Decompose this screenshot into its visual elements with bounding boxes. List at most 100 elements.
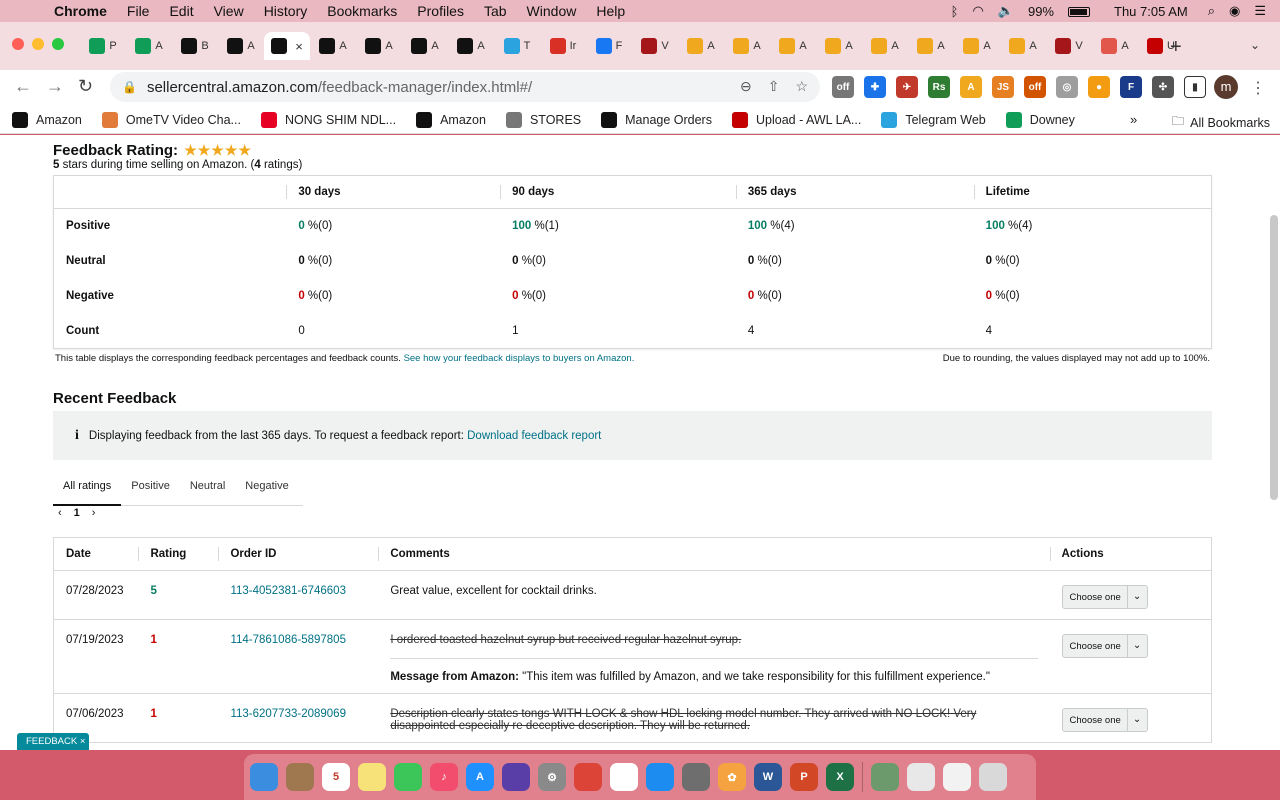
document-icon[interactable] xyxy=(943,763,971,791)
tab[interactable]: T xyxy=(494,32,540,60)
preview-icon[interactable] xyxy=(871,763,899,791)
order-id-link[interactable]: 113-4052381-6746603 xyxy=(230,585,346,597)
extension-icon[interactable]: ✚ xyxy=(864,76,886,98)
profile-avatar[interactable]: m xyxy=(1214,75,1238,99)
share-icon[interactable]: ⇧ xyxy=(768,78,780,95)
calendar-icon[interactable]: 5 xyxy=(322,763,350,791)
clock[interactable]: Thu 7:05 AM xyxy=(1114,4,1188,19)
menu-help[interactable]: Help xyxy=(596,3,625,19)
tab[interactable]: A xyxy=(448,32,494,60)
choose-action-dropdown[interactable]: Choose one ⌄ xyxy=(1061,585,1148,609)
menu-tab[interactable]: Tab xyxy=(484,3,507,19)
forward-arrow-icon[interactable]: → xyxy=(46,76,64,97)
bookmark-item[interactable]: NONG SHIM NDL... xyxy=(260,111,396,128)
filter-tab-negative[interactable]: Negative xyxy=(235,473,298,505)
all-bookmarks[interactable]: 🗀 All Bookmarks xyxy=(1172,112,1270,133)
tab[interactable]: A xyxy=(908,32,954,60)
page-number[interactable]: 1 xyxy=(74,507,80,519)
choose-action-dropdown[interactable]: Choose one ⌄ xyxy=(1061,708,1148,732)
tab[interactable]: A xyxy=(724,32,770,60)
bookmark-item[interactable]: OmeTV Video Cha... xyxy=(101,111,241,128)
new-tab-button[interactable]: + xyxy=(1170,36,1182,59)
bluetooth-icon[interactable]: ᛒ xyxy=(951,4,959,19)
control-center-icon[interactable]: ☰ xyxy=(1254,3,1266,19)
tab[interactable]: A xyxy=(310,32,356,60)
appstore-icon[interactable]: A xyxy=(466,763,494,791)
word-icon[interactable]: W xyxy=(754,763,782,791)
menu-file[interactable]: File xyxy=(127,3,150,19)
extension-icon[interactable]: ● xyxy=(1088,76,1110,98)
volume-icon[interactable]: 🔈 xyxy=(998,3,1014,19)
trash-icon[interactable] xyxy=(979,763,1007,791)
more-bookmarks-icon[interactable]: » xyxy=(1130,112,1137,127)
tab[interactable]: A xyxy=(678,32,724,60)
order-id-link[interactable]: 113-6207733-2089069 xyxy=(230,708,346,720)
extension-icon[interactable]: ◎ xyxy=(1056,76,1078,98)
extensions-puzzle-icon[interactable]: ✣ xyxy=(1152,76,1174,98)
notes-icon[interactable] xyxy=(358,763,386,791)
menu-view[interactable]: View xyxy=(214,3,244,19)
tab[interactable]: Ir xyxy=(540,32,586,60)
extension-icon[interactable]: A xyxy=(960,76,982,98)
back-arrow-icon[interactable]: ← xyxy=(14,76,32,97)
minimize-window-button[interactable] xyxy=(32,38,44,50)
menu-bookmarks[interactable]: Bookmarks xyxy=(327,3,397,19)
bookmark-item[interactable]: Amazon xyxy=(416,111,486,128)
menu-edit[interactable]: Edit xyxy=(169,3,193,19)
siri-icon[interactable] xyxy=(502,763,530,791)
menu-profiles[interactable]: Profiles xyxy=(417,3,464,19)
close-tab-icon[interactable]: × xyxy=(295,39,303,54)
facetime-icon[interactable] xyxy=(394,763,422,791)
choose-action-dropdown[interactable]: Choose one ⌄ xyxy=(1061,634,1148,658)
photos-icon[interactable]: ✿ xyxy=(718,763,746,791)
bookmark-item[interactable]: Upload - AWL LA... xyxy=(731,111,861,128)
tab[interactable]: A xyxy=(1000,32,1046,60)
tab[interactable]: A xyxy=(862,32,908,60)
tab[interactable]: F xyxy=(586,32,632,60)
spotlight-search-icon[interactable]: ⌕ xyxy=(1208,3,1215,19)
buyer-display-link[interactable]: See how your feedback displays to buyers… xyxy=(404,353,635,364)
bookmark-item[interactable]: Amazon xyxy=(12,111,82,128)
extension-off-icon[interactable]: off xyxy=(832,76,854,98)
extension-icon[interactable]: Rs xyxy=(928,76,950,98)
launchpad-icon[interactable] xyxy=(682,763,710,791)
download-feedback-report-link[interactable]: Download feedback report xyxy=(467,430,601,442)
zoom-icon[interactable]: ⊖ xyxy=(740,78,752,95)
page-scrollbar[interactable] xyxy=(1270,215,1278,500)
tab[interactable]: A xyxy=(954,32,1000,60)
tab[interactable]: V xyxy=(632,32,678,60)
tab[interactable]: V xyxy=(1046,32,1092,60)
feedback-widget-button[interactable]: FEEDBACK × xyxy=(17,733,89,750)
filter-tab-positive[interactable]: Positive xyxy=(121,473,180,505)
tab[interactable]: A xyxy=(356,32,402,60)
tab[interactable]: A xyxy=(218,32,264,60)
address-bar[interactable]: 🔒 sellercentral.amazon.com/feedback-mana… xyxy=(110,72,820,102)
filter-tab-neutral[interactable]: Neutral xyxy=(180,473,235,505)
window-icon[interactable] xyxy=(907,763,935,791)
menu-chrome[interactable]: Chrome xyxy=(54,3,107,19)
wifi-icon[interactable]: ◠ xyxy=(972,3,983,19)
reminders-icon[interactable] xyxy=(610,763,638,791)
tab[interactable]: P xyxy=(80,32,126,60)
extension-icon[interactable]: ✈ xyxy=(896,76,918,98)
music-icon[interactable]: ♪ xyxy=(430,763,458,791)
prev-page-icon[interactable]: ‹ xyxy=(58,507,62,519)
bookmark-star-icon[interactable]: ☆ xyxy=(795,78,808,95)
powerpoint-icon[interactable]: P xyxy=(790,763,818,791)
bookmark-item[interactable]: Downey xyxy=(1005,111,1075,128)
more-menu-icon[interactable]: ⋮ xyxy=(1250,78,1266,98)
battery-icon[interactable] xyxy=(1068,4,1090,19)
extension-icon[interactable]: F xyxy=(1120,76,1142,98)
extension-icon[interactable]: JS xyxy=(992,76,1014,98)
tab[interactable]: A xyxy=(402,32,448,60)
tab[interactable]: A xyxy=(126,32,172,60)
siri-icon[interactable]: ◉ xyxy=(1229,3,1240,19)
bookmark-item[interactable]: STORES xyxy=(505,111,581,128)
next-page-icon[interactable]: › xyxy=(92,507,96,519)
bookmark-item[interactable]: Manage Orders xyxy=(601,111,712,128)
tab-active[interactable]: × xyxy=(264,32,310,60)
order-id-link[interactable]: 114-7861086-5897805 xyxy=(230,634,346,646)
reload-icon[interactable]: ↻ xyxy=(78,76,93,97)
settings-icon[interactable]: ⚙ xyxy=(538,763,566,791)
finder-icon[interactable] xyxy=(250,763,278,791)
